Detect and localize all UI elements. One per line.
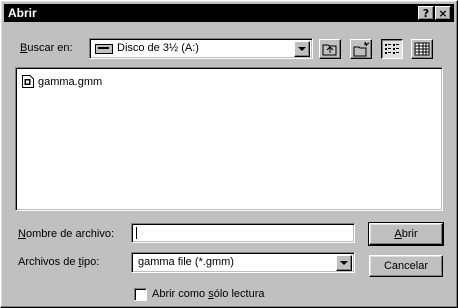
details-view-button[interactable] [411,39,433,59]
file-name-input[interactable] [131,223,355,243]
help-button[interactable]: ? [418,6,434,20]
file-list[interactable]: gamma.gmm [15,67,443,211]
file-name-label: Nombre de archivo: [18,228,114,240]
read-only-checkbox[interactable] [134,288,147,301]
file-icon [22,75,34,88]
floppy-drive-icon [95,44,113,54]
up-one-level-icon [322,44,337,56]
new-folder-icon [353,41,370,57]
window-title: Abrir [8,6,37,20]
open-dialog: Abrir ? × Buscar en: Disco de 3½ (A:) ga… [0,0,458,308]
open-button[interactable]: Abrir [368,222,444,246]
file-name: gamma.gmm [38,76,103,88]
title-bar: Abrir ? × [4,4,454,22]
up-one-level-button[interactable] [319,39,341,59]
look-in-combobox[interactable]: Disco de 3½ (A:) [89,38,313,59]
list-view-icon [385,44,399,54]
file-type-label: Archivos de tipo: [18,256,100,268]
create-new-folder-button[interactable] [350,39,372,59]
look-in-dropdown-arrow[interactable] [294,41,310,57]
list-view-button[interactable] [381,39,403,59]
details-view-icon [414,42,430,56]
read-only-label[interactable]: Abrir como sólo lectura [152,288,265,300]
file-type-combobox[interactable]: gamma file (*.gmm) [131,252,355,273]
close-button[interactable]: × [435,6,451,20]
file-type-dropdown-arrow[interactable] [336,255,352,271]
look-in-value: Disco de 3½ (A:) [117,42,199,54]
text-cursor [136,227,137,239]
look-in-label: Buscar en: [20,42,73,54]
file-type-value: gamma file (*.gmm) [138,256,234,268]
cancel-button[interactable]: Cancelar [369,255,443,277]
